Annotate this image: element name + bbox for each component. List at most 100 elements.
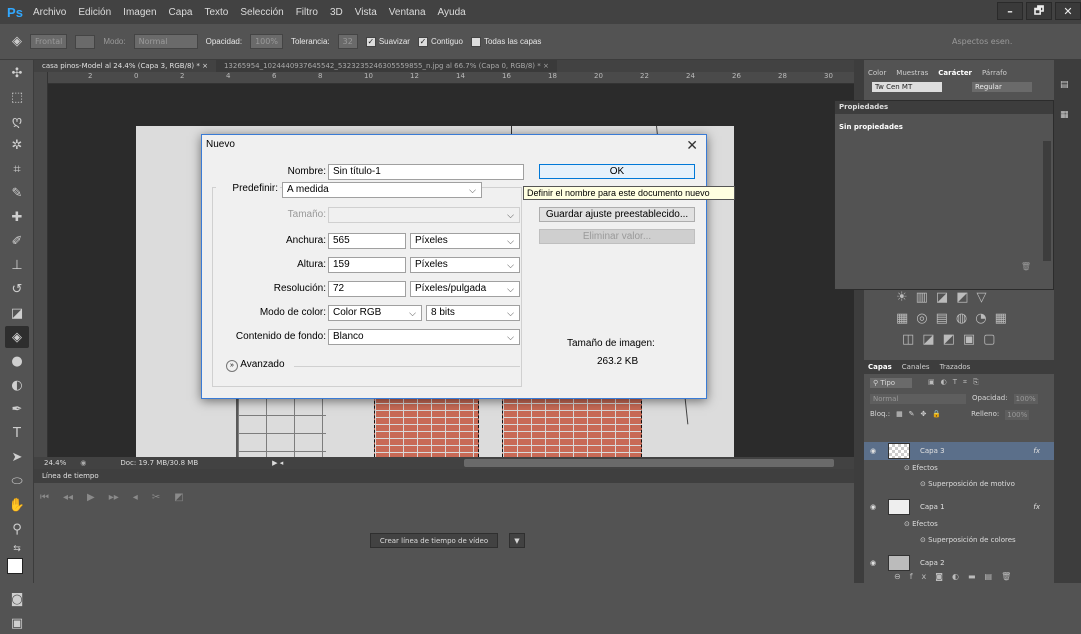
frontal-select[interactable]: Frontal <box>30 34 68 49</box>
opacidad-input[interactable]: 100% <box>250 34 283 49</box>
tab-capas[interactable]: Capas <box>868 360 892 374</box>
timeline-dropdown-icon[interactable]: ▼ <box>509 533 525 548</box>
suavizar-checkbox[interactable]: ✓ Suavizar <box>365 36 410 47</box>
menu-filtro[interactable]: Filtro <box>290 7 324 18</box>
menu-ayuda[interactable]: Ayuda <box>432 7 472 18</box>
fx-icon[interactable]: fx <box>1033 447 1040 455</box>
menu-imagen[interactable]: Imagen <box>117 7 162 18</box>
menu-archivo[interactable]: Archivo <box>27 7 72 18</box>
anchura-unit-select[interactable]: Píxeles <box>410 233 520 249</box>
tab-parrafo[interactable]: Párrafo <box>982 66 1007 80</box>
anchura-input[interactable]: 565 <box>328 233 406 249</box>
nombre-input[interactable]: Sin título-1 <box>328 164 524 180</box>
transition-icon[interactable]: ◩ <box>174 492 183 503</box>
layer-filter-select[interactable]: ⚲ Tipo <box>870 378 912 388</box>
guardar-preset-button[interactable]: Guardar ajuste preestablecido... <box>539 207 695 222</box>
paint-bucket-tool-icon[interactable]: ◈ <box>5 326 29 348</box>
modo-color-select[interactable]: Color RGB <box>328 305 422 321</box>
resolucion-unit-select[interactable]: Píxeles/pulgada <box>410 281 520 297</box>
menu-capa[interactable]: Capa <box>163 7 199 18</box>
scissors-icon[interactable]: ✂ <box>152 492 160 503</box>
marquee-tool-icon[interactable]: ⬚ <box>5 86 29 108</box>
adjustment-icons-row[interactable]: ☀▥◪◩▽ <box>896 290 1054 305</box>
todas-capas-checkbox[interactable]: Todas las capas <box>470 36 541 47</box>
effect-item[interactable]: ⊙ Superposición de colores <box>920 536 1016 544</box>
tab-caracter[interactable]: Carácter <box>938 66 972 80</box>
pen-tool-icon[interactable]: ✒ <box>5 398 29 420</box>
blur-tool-icon[interactable]: ● <box>5 350 29 372</box>
menu-edicion[interactable]: Edición <box>72 7 117 18</box>
magic-wand-tool-icon[interactable]: ✲ <box>5 134 29 156</box>
layers-footer-icons[interactable]: ⊖fx◙◐▬▤🗑 <box>894 572 1020 581</box>
avanzado-toggle[interactable]: » Avanzado <box>226 359 285 372</box>
first-frame-icon[interactable]: ⏮ <box>40 492 49 503</box>
play-icon[interactable]: ▶ <box>87 492 95 503</box>
contiguo-checkbox[interactable]: ✓ Contiguo <box>417 36 463 47</box>
layer-name[interactable]: Capa 2 <box>920 559 945 567</box>
layer-name[interactable]: Capa 3 <box>920 447 945 455</box>
restore-button[interactable]: 🗗 <box>1026 2 1052 20</box>
eraser-tool-icon[interactable]: ◪ <box>5 302 29 324</box>
eyedropper-tool-icon[interactable]: ✎ <box>5 182 29 204</box>
layer-name[interactable]: Capa 1 <box>920 503 945 511</box>
audio-icon[interactable]: ◂ <box>133 492 138 503</box>
properties-scrollbar[interactable] <box>1043 141 1051 261</box>
stamp-tool-icon[interactable]: ⊥ <box>5 254 29 276</box>
ok-button[interactable]: OK <box>539 164 695 179</box>
lasso-tool-icon[interactable]: ღ <box>5 110 29 132</box>
pattern-swatch[interactable] <box>75 34 96 49</box>
status-arrow-icon[interactable]: ▶ ◂ <box>272 459 283 467</box>
menu-vista[interactable]: Vista <box>349 7 383 18</box>
menu-texto[interactable]: Texto <box>198 7 234 18</box>
tab-jpg-image[interactable]: 13265954_1024440937645542_53232352463055… <box>215 60 557 72</box>
create-video-timeline-button[interactable]: Crear línea de tiempo de vídeo <box>370 533 498 548</box>
tab-trazados[interactable]: Trazados <box>940 360 971 374</box>
layer-filter-icons[interactable]: ▣◐T⌗⎘ <box>928 378 985 388</box>
visibility-eye-icon[interactable]: ◉ <box>870 559 876 567</box>
panel-icon[interactable]: ▦ <box>1060 110 1075 120</box>
lock-icons[interactable]: ▦✎✥🔒 <box>896 410 947 420</box>
tab-casa-pinos[interactable]: casa pinos-Model al 24.4% (Capa 3, RGB/8… <box>34 60 216 72</box>
ellipse-tool-icon[interactable]: ⬭ <box>5 470 29 492</box>
font-family-select[interactable]: Tw Cen MT <box>872 82 942 92</box>
brush-tool-icon[interactable]: ✐ <box>5 230 29 252</box>
healing-brush-tool-icon[interactable]: ✚ <box>5 206 29 228</box>
layer-row[interactable]: ◉ Capa 2 <box>864 554 1054 572</box>
predefinir-select[interactable]: A medida <box>282 182 482 198</box>
trash-icon[interactable]: 🗑 <box>1021 262 1031 271</box>
fondo-select[interactable]: Blanco <box>328 329 520 345</box>
tab-muestras[interactable]: Muestras <box>896 66 928 80</box>
menu-3d[interactable]: 3D <box>324 7 349 18</box>
type-tool-icon[interactable]: T <box>5 422 29 444</box>
fx-icon[interactable]: fx <box>1033 503 1040 511</box>
panel-icon[interactable]: ▤ <box>1060 80 1075 90</box>
dodge-tool-icon[interactable]: ◐ <box>5 374 29 396</box>
quick-mask-icon[interactable]: ◙ <box>5 588 29 610</box>
path-select-tool-icon[interactable]: ➤ <box>5 446 29 468</box>
effect-item[interactable]: ⊙ Superposición de motivo <box>920 480 1015 488</box>
prev-frame-icon[interactable]: ◂◂ <box>63 492 73 503</box>
foreground-color-swatch[interactable] <box>7 558 23 574</box>
history-brush-tool-icon[interactable]: ↺ <box>5 278 29 300</box>
minimize-button[interactable]: – <box>997 2 1023 20</box>
fill-input[interactable]: 100% <box>1005 410 1030 420</box>
visibility-eye-icon[interactable]: ◉ <box>870 447 876 455</box>
blend-mode-select[interactable]: Normal <box>870 394 966 404</box>
layer-opacity-input[interactable]: 100% <box>1013 394 1038 404</box>
move-tool-icon[interactable]: ✣ <box>5 62 29 84</box>
color-swatches[interactable] <box>5 558 30 586</box>
tab-color[interactable]: Color <box>868 66 886 80</box>
resolucion-input[interactable]: 72 <box>328 281 406 297</box>
adjustment-icons-row[interactable]: ▦◎▤◍◔▦ <box>896 311 1054 326</box>
layer-row[interactable]: ◉ Capa 1 fx <box>864 498 1054 516</box>
tab-canales[interactable]: Canales <box>902 360 930 374</box>
hand-tool-icon[interactable]: ✋ <box>5 494 29 516</box>
close-window-button[interactable]: ✕ <box>1055 2 1081 20</box>
paint-bucket-icon[interactable]: ◈ <box>12 34 22 49</box>
horizontal-scrollbar[interactable] <box>464 459 834 467</box>
bits-select[interactable]: 8 bits <box>426 305 520 321</box>
screen-mode-icon[interactable]: ▣ <box>5 612 29 634</box>
menu-ventana[interactable]: Ventana <box>383 7 432 18</box>
adjustment-icons-row[interactable]: ◫◪◩▣▢ <box>902 332 1054 347</box>
doc-info-icon[interactable]: ◉ <box>80 459 86 467</box>
